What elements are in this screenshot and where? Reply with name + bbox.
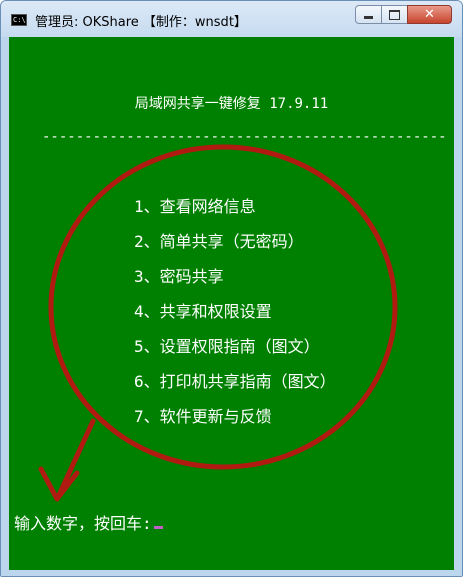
title-bar[interactable]: C:\ 管理员: OKShare 【制作：wnsdt】 ✕ [1, 1, 462, 37]
console-heading: 局域网共享一键修复 17.9.11 [134, 96, 329, 112]
menu-item-simple-share: 2、简单共享（无密码） [134, 232, 304, 251]
menu-item-password-share: 3、密码共享 [134, 267, 224, 286]
console-output[interactable]: 局域网共享一键修复 17.9.11 ----------------------… [9, 37, 454, 570]
console-divider: ----------------------------------------… [42, 129, 447, 145]
minimize-icon [364, 16, 373, 19]
menu-item-network-info: 1、查看网络信息 [134, 197, 256, 216]
close-icon: ✕ [424, 7, 435, 22]
menu-list: 1、查看网络信息 2、简单共享（无密码） 3、密码共享 4、共享和权限设置 5、… [134, 197, 336, 442]
menu-item-update-feedback: 7、软件更新与反馈 [134, 407, 272, 426]
caption-buttons: ✕ [355, 5, 452, 24]
text-cursor [153, 526, 163, 529]
window-title: 管理员: OKShare 【制作：wnsdt】 [35, 15, 247, 30]
console-window: C:\ 管理员: OKShare 【制作：wnsdt】 ✕ 局域网共享一键修复 … [0, 0, 463, 577]
maximize-button[interactable] [381, 5, 408, 24]
minimize-button[interactable] [355, 5, 382, 24]
console-app-icon[interactable]: C:\ [11, 14, 27, 26]
prompt-label: 输入数字，按回车: [14, 514, 152, 533]
close-button[interactable]: ✕ [407, 5, 452, 24]
menu-item-share-permissions: 4、共享和权限设置 [134, 302, 272, 321]
menu-item-permission-guide: 5、设置权限指南（图文） [134, 337, 320, 356]
menu-item-printer-guide: 6、打印机共享指南（图文） [134, 372, 336, 391]
input-prompt[interactable]: 输入数字，按回车: [14, 510, 163, 534]
maximize-icon [389, 9, 400, 20]
